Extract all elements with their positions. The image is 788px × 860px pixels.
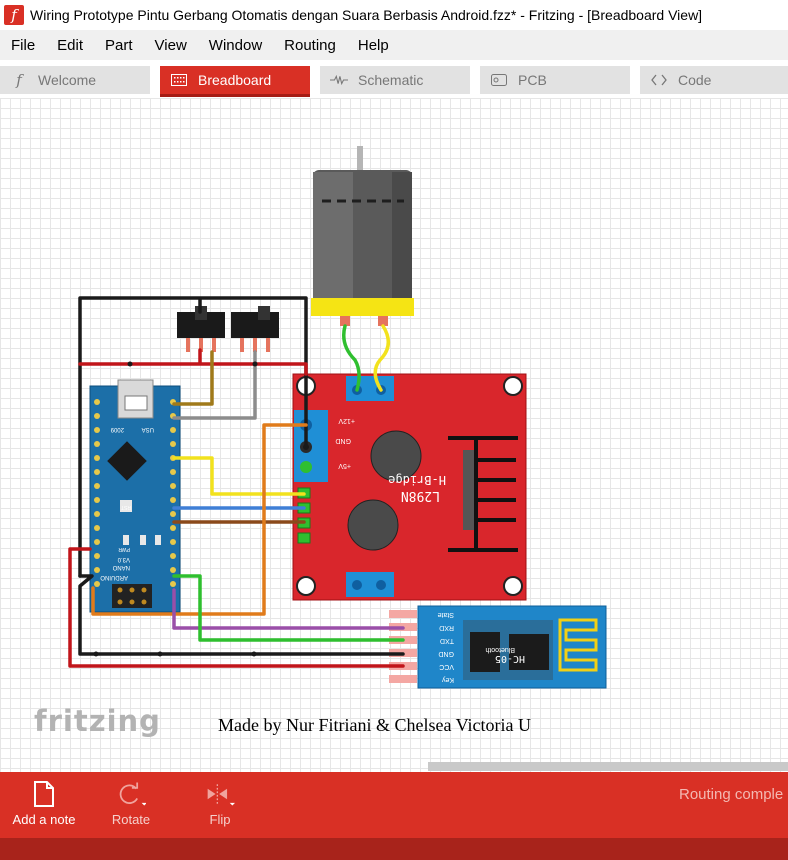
menu-window[interactable]: Window <box>198 37 273 54</box>
title-bar: f Wiring Prototype Pintu Gerbang Otomati… <box>0 0 788 30</box>
window-title: Wiring Prototype Pintu Gerbang Otomatis … <box>30 7 703 23</box>
wire-red-top <box>78 348 308 376</box>
credit-note[interactable]: Made by Nur Fitriani & Chelsea Victoria … <box>218 715 531 736</box>
code-icon <box>650 73 668 87</box>
breadboard-canvas[interactable]: +12V GND +5V L298N H-Bridge ARDUINO NANO… <box>0 98 788 772</box>
menu-help[interactable]: Help <box>347 37 400 54</box>
tab-label: Schematic <box>358 72 424 88</box>
flip-icon <box>205 780 235 808</box>
hbridge-gnd-label: GND <box>335 437 351 444</box>
hbridge-sub-label: H-Bridge <box>388 473 446 487</box>
hc05-pin-txd: TXD <box>440 637 454 644</box>
breadboard-icon <box>170 73 188 87</box>
menu-routing[interactable]: Routing <box>273 37 347 54</box>
menu-file[interactable]: File <box>0 37 46 54</box>
circuit-diagram: +12V GND +5V L298N H-Bridge ARDUINO NANO… <box>68 146 607 689</box>
hc05-pin-rxd: RXD <box>439 624 454 631</box>
rotate-button[interactable]: Rotate <box>91 772 171 838</box>
menu-view[interactable]: View <box>144 37 198 54</box>
menu-bar: File Edit Part View Window Routing Help <box>0 30 788 60</box>
hc05-name-label: HC-05 <box>495 653 525 664</box>
tab-schematic[interactable]: Schematic <box>320 66 470 94</box>
hc05-pin-vcc: VCC <box>439 663 454 670</box>
add-note-button[interactable]: Add a note <box>4 772 84 838</box>
hc05-pin-gnd: GND <box>438 650 454 657</box>
bottom-toolbar: Add a note Rotate Flip Routing comple <box>0 772 788 838</box>
tab-welcome[interactable]: f Welcome <box>0 66 150 94</box>
menu-part[interactable]: Part <box>94 37 144 54</box>
hc05-pin-key: Key <box>441 676 454 683</box>
menu-edit[interactable]: Edit <box>46 37 94 54</box>
wire-gray <box>172 350 257 420</box>
rotate-icon <box>116 780 146 808</box>
arduino-usa-label: USA <box>142 426 154 432</box>
hbridge-model-label: L298N <box>401 488 440 503</box>
dc-motor[interactable] <box>311 146 414 326</box>
fritzing-watermark-logo: fritzing <box>34 704 161 738</box>
flip-label: Flip <box>209 812 231 827</box>
tab-pcb[interactable]: PCB <box>480 66 630 94</box>
rotate-label: Rotate <box>111 812 151 827</box>
wire-yellow <box>172 456 306 496</box>
slide-switch-2[interactable] <box>231 306 279 352</box>
hbridge-12v-label: +12V <box>338 417 355 424</box>
arduino-name-label: ARDUINO <box>100 574 128 580</box>
hbridge-5v-label: +5V <box>338 462 351 469</box>
tab-label: Code <box>678 72 712 88</box>
tab-label: Welcome <box>38 72 97 88</box>
arduino-model-label: NANO <box>112 564 130 570</box>
fritzing-icon: f <box>16 71 22 89</box>
tab-label: Breadboard <box>198 72 272 88</box>
fritzing-app-icon: f <box>4 5 24 25</box>
pcb-icon <box>490 73 508 87</box>
tab-breadboard[interactable]: Breadboard <box>160 66 310 97</box>
note-icon <box>29 780 59 808</box>
horizontal-scrollbar[interactable] <box>428 762 788 771</box>
view-tab-bar: f Welcome Breadboard Schematic PCB Code <box>0 60 788 98</box>
arduino-version-label: V3.0 <box>117 556 130 562</box>
routing-status-text: Routing comple <box>679 786 784 803</box>
flip-button[interactable]: Flip <box>180 772 260 838</box>
add-note-label: Add a note <box>12 812 76 827</box>
arduino-pwr-label: PWR <box>118 546 130 552</box>
schematic-icon <box>330 73 348 87</box>
hc05-sub-label: Bluetooth <box>485 646 515 653</box>
arduino-rst-label: RST <box>121 504 131 510</box>
arduino-year-label: 2009 <box>110 426 124 432</box>
hc05-pin-state: State <box>438 611 454 618</box>
tab-label: PCB <box>518 72 547 88</box>
status-bar <box>0 838 788 860</box>
tab-code[interactable]: Code <box>640 66 788 94</box>
